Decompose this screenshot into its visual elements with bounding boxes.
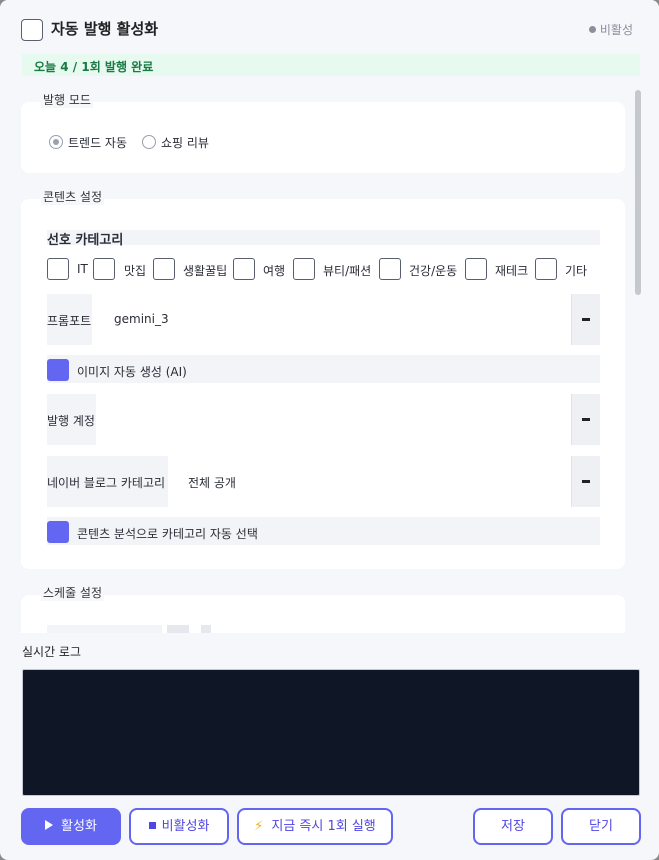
radio-trend-auto-label[interactable]: 트렌드 자동 — [68, 134, 127, 151]
category-label-it[interactable]: IT — [77, 262, 88, 276]
auto-image-checkbox[interactable] — [47, 359, 69, 381]
prompt-dropdown-button[interactable] — [571, 294, 600, 345]
category-checkbox-it[interactable] — [47, 258, 69, 280]
radio-shopping-review[interactable] — [142, 135, 156, 149]
schedule-legend: 스케줄 설정 — [41, 584, 105, 601]
dialog-header: 자동 발행 활성화 비활성 — [0, 0, 659, 56]
category-label-food[interactable]: 맛집 — [124, 262, 146, 279]
prompt-label: 프롬포트 — [47, 314, 92, 328]
auto-category-label[interactable]: 콘텐츠 분석으로 카테고리 자동 선택 — [77, 525, 258, 542]
category-checkbox-health[interactable] — [379, 258, 401, 280]
category-checkbox-finance[interactable] — [465, 258, 487, 280]
activate-button[interactable]: 활성화 — [21, 808, 121, 845]
deactivate-button[interactable]: 비활성화 — [129, 808, 229, 845]
log-title: 실시간 로그 — [22, 645, 82, 659]
content-settings-card: 선호 카테고리 IT 맛집 생활꿀팁 여행 뷰티/패션 건강/운동 재테크 기타… — [21, 199, 625, 569]
run-now-button[interactable]: ⚡ 지금 즉시 1회 실행 — [237, 808, 393, 845]
auto-category-checkbox[interactable] — [47, 521, 69, 543]
category-label-health[interactable]: 건강/운동 — [409, 262, 457, 279]
schedule-card — [21, 595, 625, 633]
stop-icon — [148, 822, 156, 829]
category-label-beauty[interactable]: 뷰티/패션 — [323, 262, 371, 279]
status-dot-icon — [588, 26, 596, 33]
naver-category-dropdown-button[interactable] — [571, 456, 600, 507]
content-settings-legend: 콘텐츠 설정 — [41, 188, 105, 205]
category-checkbox-beauty[interactable] — [293, 258, 315, 280]
play-icon — [45, 820, 54, 830]
category-checkbox-travel[interactable] — [233, 258, 255, 280]
schedule-control-2[interactable] — [201, 625, 211, 633]
radio-shopping-review-label[interactable]: 쇼핑 리뷰 — [161, 134, 209, 151]
publish-mode-legend: 발행 모드 — [41, 91, 93, 108]
category-label-etc[interactable]: 기타 — [565, 262, 587, 279]
today-publish-banner: 오늘 4 / 1회 발행 완료 — [22, 54, 640, 76]
auto-publish-dialog: 자동 발행 활성화 비활성 오늘 4 / 1회 발행 완료 트렌드 자동 쇼핑 … — [0, 0, 659, 860]
status-text: 비활성 — [599, 23, 633, 37]
category-title-bg — [47, 230, 600, 245]
auto-image-label[interactable]: 이미지 자동 생성 (AI) — [77, 363, 187, 380]
account-dropdown-button[interactable] — [571, 394, 600, 445]
category-label-travel[interactable]: 여행 — [263, 262, 285, 279]
dialog-title: 자동 발행 활성화 — [51, 20, 159, 38]
publish-mode-card: 트렌드 자동 쇼핑 리뷰 — [21, 102, 625, 173]
category-label-lifetips[interactable]: 생활꿀팁 — [183, 262, 227, 279]
schedule-control[interactable] — [167, 625, 189, 633]
account-label: 발행 계정 — [47, 414, 95, 428]
schedule-row-bg — [47, 625, 162, 633]
category-label-finance[interactable]: 재테크 — [495, 262, 528, 279]
settings-scrollbar[interactable] — [635, 90, 641, 295]
run-now-button-label: 지금 즉시 1회 실행 — [271, 819, 376, 834]
category-checkbox-lifetips[interactable] — [153, 258, 175, 280]
status-badge: 비활성 — [588, 21, 633, 38]
category-checkbox-food[interactable] — [93, 258, 115, 280]
category-checkbox-etc[interactable] — [535, 258, 557, 280]
save-button[interactable]: 저장 — [473, 808, 553, 845]
lightning-icon: ⚡ — [254, 819, 264, 834]
activate-button-label: 활성화 — [61, 819, 97, 834]
settings-scroll-area[interactable]: 트렌드 자동 쇼핑 리뷰 발행 모드 선호 카테고리 IT 맛집 생활꿀팁 여행… — [0, 80, 659, 633]
realtime-log-panel[interactable] — [22, 669, 640, 796]
enable-auto-publish-checkbox[interactable] — [21, 19, 43, 41]
category-title: 선호 카테고리 — [47, 233, 124, 248]
close-button[interactable]: 닫기 — [561, 808, 641, 845]
radio-trend-auto[interactable] — [49, 135, 63, 149]
deactivate-button-label: 비활성화 — [161, 819, 210, 834]
naver-category-label: 네이버 블로그 카테고리 — [47, 476, 166, 490]
naver-category-select-value[interactable]: 전체 공개 — [188, 474, 236, 491]
prompt-select-value[interactable]: gemini_3 — [114, 312, 169, 326]
